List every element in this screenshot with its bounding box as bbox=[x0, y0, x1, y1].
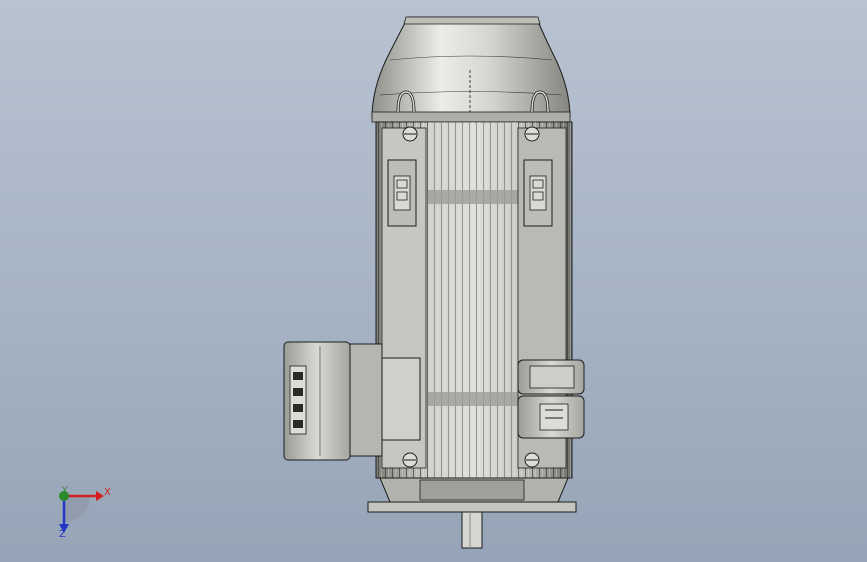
coordinate-triad bbox=[59, 491, 104, 533]
output-shaft bbox=[461, 511, 483, 549]
nameplate-left bbox=[387, 159, 417, 227]
accessory-box-upper bbox=[517, 359, 585, 395]
mounting-flange bbox=[367, 477, 577, 513]
grease-fitting-top-right bbox=[524, 126, 540, 142]
grease-fitting-top-left bbox=[402, 126, 418, 142]
accessory-box-lower bbox=[517, 395, 585, 439]
triad-z-label: Z bbox=[59, 529, 66, 540]
triad-x-label: X bbox=[104, 487, 111, 498]
nameplate-right bbox=[523, 159, 553, 227]
grease-fitting-bottom-left bbox=[402, 452, 418, 468]
graphics-viewport[interactable]: X Y Z bbox=[0, 0, 867, 562]
triad-y-label: Y bbox=[62, 486, 68, 496]
motor-3d-model[interactable] bbox=[0, 0, 867, 562]
fan-cover bbox=[371, 16, 571, 123]
grease-fitting-bottom-right bbox=[524, 452, 540, 468]
